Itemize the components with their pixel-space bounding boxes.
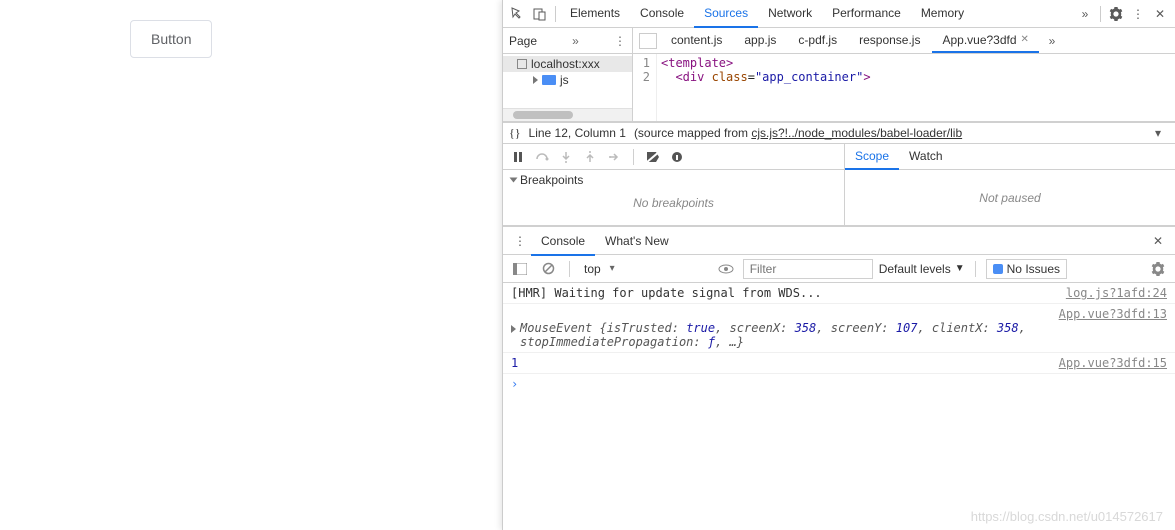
panel-tab-network[interactable]: Network xyxy=(758,0,822,28)
file-tab[interactable]: response.js xyxy=(849,29,930,53)
cursor-position: Line 12, Column 1 xyxy=(529,126,626,140)
more-nav-icon[interactable]: » xyxy=(572,34,579,48)
device-toggle-icon[interactable] xyxy=(529,3,551,25)
scope-tab-scope[interactable]: Scope xyxy=(845,144,899,170)
step-over-icon[interactable] xyxy=(533,148,551,166)
log-row: 1 App.vue?3dfd:15 xyxy=(503,353,1175,374)
collapse-icon xyxy=(510,178,518,183)
tree-root-label: localhost:xxx xyxy=(531,57,600,71)
panel-tab-elements[interactable]: Elements xyxy=(560,0,630,28)
step-into-icon[interactable] xyxy=(557,148,575,166)
panel-tab-memory[interactable]: Memory xyxy=(911,0,974,28)
kebab-menu-icon[interactable]: ⋮ xyxy=(509,230,531,252)
page-nav-label[interactable]: Page xyxy=(509,34,537,48)
code-editor[interactable]: 12 <template> <div class="app_container"… xyxy=(633,54,1175,121)
log-row: [HMR] Waiting for update signal from WDS… xyxy=(503,283,1175,304)
file-tab[interactable]: c-pdf.js xyxy=(788,29,847,53)
console-settings-gear-icon[interactable] xyxy=(1147,258,1169,280)
log-message: 1 xyxy=(511,356,1047,370)
file-tree[interactable]: localhost:xxx js xyxy=(503,54,632,108)
source-mapped-text: (source mapped from cjs.js?!../node_modu… xyxy=(634,126,962,140)
console-output[interactable]: [HMR] Waiting for update signal from WDS… xyxy=(503,283,1175,530)
context-select[interactable]: top xyxy=(580,260,619,278)
eye-icon[interactable] xyxy=(715,258,737,280)
panel-tab-sources[interactable]: Sources xyxy=(694,0,758,28)
breakpoints-section-header[interactable]: Breakpoints xyxy=(503,170,844,190)
scope-watch-tabs: ScopeWatch xyxy=(845,144,1175,170)
panel-tab-console[interactable]: Console xyxy=(630,0,694,28)
settings-gear-icon[interactable] xyxy=(1105,3,1127,25)
console-filter-input[interactable] xyxy=(743,259,873,279)
file-tab[interactable]: content.js xyxy=(661,29,732,53)
pause-on-exceptions-icon[interactable] xyxy=(668,148,686,166)
tree-folder-label[interactable]: js xyxy=(560,73,569,87)
expand-icon[interactable] xyxy=(533,76,538,84)
log-source-link[interactable]: log.js?1afd:24 xyxy=(1066,286,1167,300)
drawer-tab-console[interactable]: Console xyxy=(531,228,595,256)
expand-object-icon[interactable] xyxy=(511,325,516,333)
kebab-menu-icon[interactable]: ⋮ xyxy=(614,34,626,48)
log-message: MouseEvent {isTrusted: true, screenX: 35… xyxy=(520,321,1167,349)
log-source-link[interactable]: App.vue?3dfd:15 xyxy=(1059,356,1167,370)
file-tabs: content.jsapp.jsc-pdf.jsresponse.jsApp.v… xyxy=(633,28,1175,54)
close-devtools-icon[interactable]: ✕ xyxy=(1149,3,1171,25)
more-tabs-icon[interactable]: » xyxy=(1041,30,1063,52)
step-out-icon[interactable] xyxy=(581,148,599,166)
no-breakpoints-label: No breakpoints xyxy=(503,190,844,216)
clear-console-icon[interactable] xyxy=(537,258,559,280)
navigator-pane: Page » ⋮ localhost:xxx js xyxy=(503,28,633,121)
debugger-toolbar xyxy=(503,144,844,170)
horizontal-scrollbar[interactable] xyxy=(503,108,632,121)
editor-status-bar: {} Line 12, Column 1 (source mapped from… xyxy=(503,122,1175,144)
braces-icon[interactable]: {} xyxy=(509,126,521,141)
folder-icon xyxy=(542,75,556,85)
close-drawer-icon[interactable]: ✕ xyxy=(1147,230,1169,252)
step-icon[interactable] xyxy=(605,148,623,166)
log-source-link[interactable]: App.vue?3dfd:13 xyxy=(1059,307,1167,321)
console-toolbar: top Default levels ▼ No Issues xyxy=(503,255,1175,283)
drawer-tabs: ⋮ ConsoleWhat's New ✕ xyxy=(503,227,1175,255)
devtools-toolbar: ElementsConsoleSourcesNetworkPerformance… xyxy=(503,0,1175,28)
file-tab[interactable]: app.js xyxy=(734,29,786,53)
file-tab[interactable]: App.vue?3dfd✕ xyxy=(932,29,1038,53)
panel-tab-performance[interactable]: Performance xyxy=(822,0,911,28)
drawer-tab-what-s-new[interactable]: What's New xyxy=(595,228,679,256)
more-tabs-icon[interactable]: » xyxy=(1074,3,1096,25)
inspect-icon[interactable] xyxy=(507,3,529,25)
demo-button[interactable]: Button xyxy=(130,20,212,58)
kebab-menu-icon[interactable]: ⋮ xyxy=(1127,3,1149,25)
devtools-panel: ElementsConsoleSourcesNetworkPerformance… xyxy=(502,0,1175,530)
source-map-link[interactable]: cjs.js?!../node_modules/babel-loader/lib xyxy=(751,126,962,140)
scope-tab-watch[interactable]: Watch xyxy=(899,144,953,170)
deactivate-breakpoints-icon[interactable] xyxy=(644,148,662,166)
console-prompt[interactable]: › xyxy=(503,374,1175,394)
devtools-tabs: ElementsConsoleSourcesNetworkPerformance… xyxy=(560,0,1074,28)
file-tabs-left-icon[interactable] xyxy=(637,30,659,52)
log-levels-select[interactable]: Default levels ▼ xyxy=(879,262,965,276)
page-viewport: Button xyxy=(0,0,502,530)
log-row: App.vue?3dfd:13 MouseEvent {isTrusted: t… xyxy=(503,304,1175,353)
pause-icon[interactable] xyxy=(509,148,527,166)
no-issues-badge[interactable]: No Issues xyxy=(986,259,1067,279)
dropdown-icon[interactable]: ▾ xyxy=(1147,122,1169,144)
sidebar-toggle-icon[interactable] xyxy=(509,258,531,280)
log-message: [HMR] Waiting for update signal from WDS… xyxy=(511,286,1054,300)
not-paused-label: Not paused xyxy=(845,170,1175,225)
close-tab-icon[interactable]: ✕ xyxy=(1021,34,1029,45)
issues-icon xyxy=(993,264,1003,274)
